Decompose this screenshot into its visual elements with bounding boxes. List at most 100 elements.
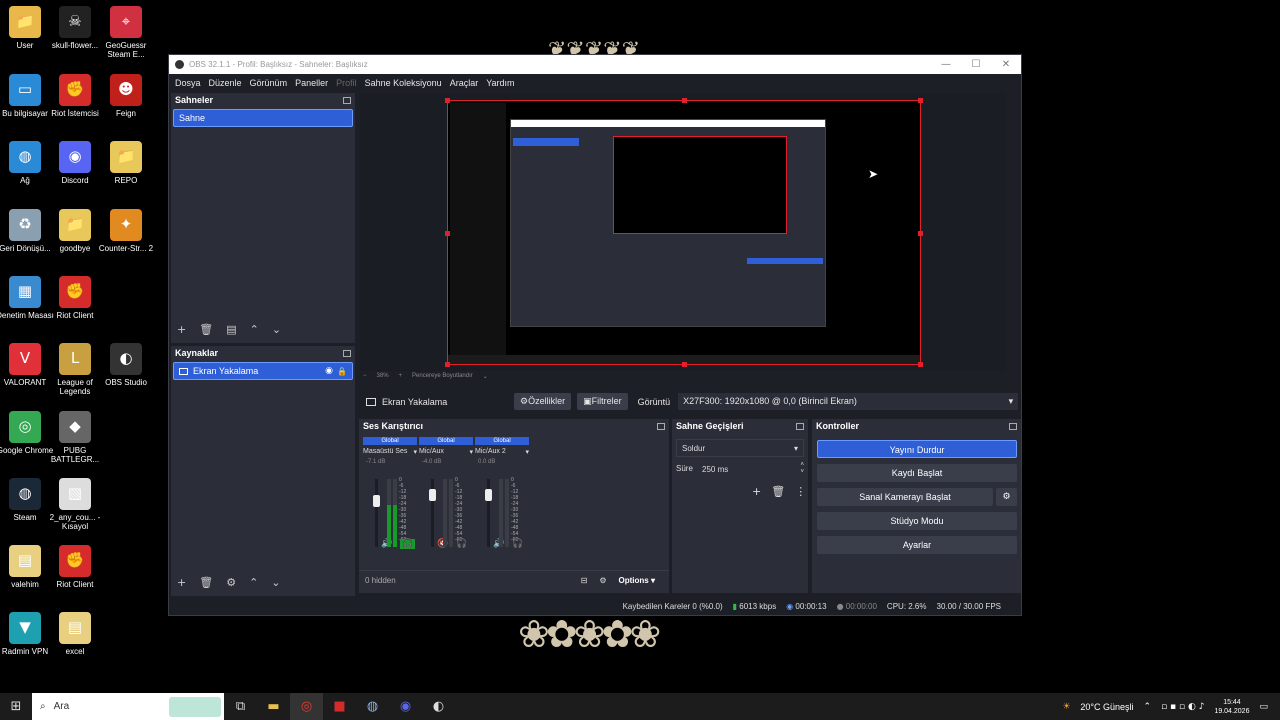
more-options-icon[interactable]: ⋮ (795, 485, 806, 498)
mixer-options-button[interactable]: Options ▾ (619, 576, 655, 585)
scene-item[interactable]: Sahne (173, 109, 353, 127)
taskbar-search[interactable]: ⌕ Ara (32, 693, 224, 720)
headphones-icon[interactable]: 🎧 (512, 539, 523, 549)
resize-handle[interactable] (682, 98, 687, 103)
settings-button[interactable]: Ayarlar (817, 536, 1017, 554)
remove-source-icon[interactable]: 🗑 (199, 576, 213, 589)
start-recording-button[interactable]: Kaydı Başlat (817, 464, 1017, 482)
desktop-icon[interactable]: ◐ OBS Studio (95, 343, 157, 387)
clock-time[interactable]: 15:44 (1223, 699, 1241, 706)
dock-float-icon[interactable] (343, 349, 351, 357)
scene-filter-icon[interactable]: ▤ (226, 323, 236, 336)
channel-name-select[interactable]: Mic/Aux 2 ▾ (475, 448, 529, 456)
desktop-icon[interactable]: ▤ excel (44, 612, 106, 656)
preview-canvas[interactable] (445, 98, 923, 367)
resize-handle[interactable] (918, 362, 923, 367)
steam-taskbar-icon[interactable]: ◍ (356, 693, 389, 720)
remove-transition-icon[interactable]: 🗑 (771, 485, 785, 498)
menu-file[interactable]: Dosya (173, 78, 207, 88)
desktop-icon[interactable]: ✊ Riot Client (44, 545, 106, 589)
chevron-down-icon[interactable]: ⌄ (483, 373, 488, 380)
add-transition-icon[interactable]: + (752, 485, 761, 498)
filters-button[interactable]: ▣Filtreler (577, 393, 628, 410)
transition-select[interactable]: Soldur ▾ (676, 439, 804, 457)
desktop-icon[interactable]: ✦ Counter-Str... 2 (95, 209, 157, 253)
visibility-eye-icon[interactable]: ◉ (325, 366, 333, 376)
menu-view[interactable]: Görünüm (248, 78, 294, 88)
controls-dock: Kontroller Yayını Durdur Kaydı Başlat Sa… (812, 419, 1021, 593)
menu-edit[interactable]: Düzenle (207, 78, 248, 88)
desktop-icon[interactable]: ☻ Feign (95, 74, 157, 118)
weather-text[interactable]: 20°C Güneşli (1080, 702, 1133, 712)
headphones-icon[interactable]: 🎧 (400, 539, 416, 549)
fit-to-window[interactable]: Pencereye Boyutlandır (412, 373, 473, 380)
obs-taskbar-icon[interactable]: ◐ (422, 693, 455, 720)
dock-float-icon[interactable] (657, 422, 665, 430)
channel-name-select[interactable]: Masaüstü Ses ▾ (363, 448, 417, 456)
zoom-in-icon[interactable]: + (399, 373, 403, 380)
file-explorer-icon[interactable]: ▬ (257, 693, 290, 720)
dock-float-icon[interactable] (796, 422, 804, 430)
volume-slider-handle[interactable] (373, 495, 380, 507)
resize-handle[interactable] (918, 98, 923, 103)
source-settings-icon[interactable]: ⚙ (226, 576, 236, 589)
studio-mode-button[interactable]: Stüdyo Modu (817, 512, 1017, 530)
resize-handle[interactable] (682, 362, 687, 367)
mixer-layout-icon[interactable]: ⊟ (581, 576, 588, 585)
source-item[interactable]: Ekran Yakalama ◉ 🔒 (173, 362, 353, 380)
menu-profile[interactable]: Profil (334, 78, 363, 88)
preview-area[interactable]: ➤ (360, 93, 1006, 371)
resize-handle[interactable] (445, 98, 450, 103)
desktop-icon[interactable]: ◆ PUBG BATTLEGR... (44, 411, 106, 464)
display-select[interactable]: X27F300: 1920x1080 @ 0,0 (Birincil Ekran… (678, 393, 1019, 410)
tray-icons[interactable]: ▫ ▪ ▫ ◐ ♪ (1161, 702, 1204, 712)
mixer-settings-icon[interactable]: ⚙ (599, 576, 606, 585)
task-view-icon[interactable]: ⧉ (224, 693, 257, 720)
spin-arrows-icon[interactable]: ˄ ˅ (800, 462, 804, 476)
resize-handle[interactable] (445, 362, 450, 367)
add-scene-icon[interactable]: + (177, 323, 186, 336)
volume-slider-handle[interactable] (429, 489, 436, 501)
zoom-level[interactable]: 38% (377, 373, 389, 380)
dock-float-icon[interactable] (1009, 422, 1017, 430)
lock-icon[interactable]: 🔒 (337, 367, 347, 376)
menu-docks[interactable]: Paneller (293, 78, 334, 88)
volume-slider-track[interactable] (375, 479, 378, 547)
hidden-count[interactable]: 0 hidden (365, 576, 396, 585)
duration-input[interactable]: 250 ms ˄ ˅ (700, 461, 804, 477)
desktop-icon[interactable]: ⌖ GeoGuessr Steam E... (95, 6, 157, 59)
menu-tools[interactable]: Araçlar (448, 78, 485, 88)
minimize-button[interactable]: — (931, 59, 961, 70)
desktop-icon[interactable]: ✊ Riot Client (44, 276, 106, 320)
properties-button[interactable]: ⚙Özellikler (514, 393, 572, 410)
riot-taskbar-icon[interactable]: ■ (323, 693, 356, 720)
windows-start-icon[interactable]: ⊞ (0, 693, 32, 720)
desktop-icon[interactable]: 📁 REPO (95, 141, 157, 185)
move-up-icon[interactable]: ⌃ (250, 323, 259, 336)
virtual-camera-gear-icon[interactable]: ⚙ (996, 488, 1017, 506)
stop-streaming-button[interactable]: Yayını Durdur (817, 440, 1017, 458)
clock-date[interactable]: 19.04.2026 (1214, 708, 1249, 715)
channel-name-select[interactable]: Mic/Aux ▾ (419, 448, 473, 456)
chrome-taskbar-icon[interactable]: ◎ (290, 693, 323, 720)
desktop-icon[interactable]: ▧ 2_any_cou... - Kısayol (44, 478, 106, 531)
close-button[interactable]: ✕ (991, 59, 1021, 70)
resize-handle[interactable] (445, 231, 450, 236)
move-up-icon[interactable]: ⌃ (249, 576, 258, 589)
menu-help[interactable]: Yardım (484, 78, 520, 88)
zoom-out-icon[interactable]: − (363, 373, 367, 380)
notification-icon[interactable]: ▭ (1259, 702, 1268, 712)
start-virtual-camera-button[interactable]: Sanal Kamerayı Başlat (817, 488, 993, 506)
chevron-up-icon[interactable]: ⌃ (1144, 702, 1152, 712)
maximize-button[interactable]: ☐ (961, 59, 991, 70)
remove-scene-icon[interactable]: 🗑 (199, 323, 213, 336)
discord-taskbar-icon[interactable]: ◉ (389, 693, 422, 720)
headphones-icon[interactable]: 🎧 (456, 539, 467, 549)
volume-slider-handle[interactable] (485, 489, 492, 501)
resize-handle[interactable] (918, 231, 923, 236)
menu-scene-collection[interactable]: Sahne Koleksiyonu (363, 78, 448, 88)
move-down-icon[interactable]: ⌄ (271, 576, 280, 589)
move-down-icon[interactable]: ⌄ (272, 323, 281, 336)
dock-float-icon[interactable] (343, 96, 351, 104)
add-source-icon[interactable]: + (177, 576, 186, 589)
